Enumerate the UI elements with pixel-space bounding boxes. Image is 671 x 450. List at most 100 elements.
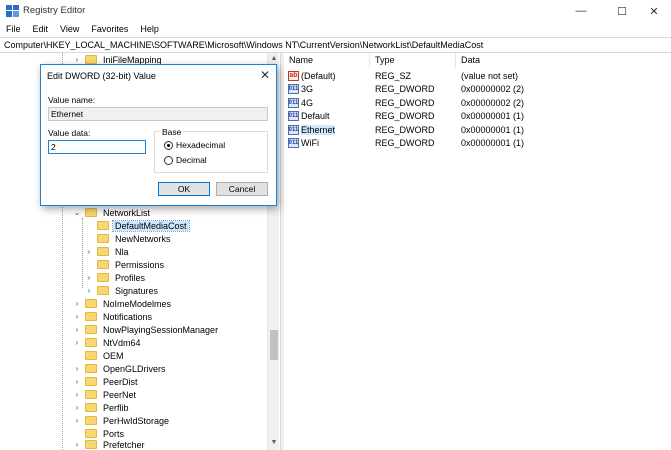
dialog-close-icon[interactable]: ✕ [260,68,270,82]
tree-item[interactable]: ⌄ NetworkList [72,206,152,219]
value-data-input[interactable]: 2 [48,140,146,154]
dword-value-icon: 011 [288,97,299,108]
menu-edit[interactable]: Edit [33,22,49,37]
tree-item-label: NtVdm64 [103,337,141,348]
tree-item[interactable]: › PeerDist [72,375,140,388]
expand-chevron-icon[interactable]: › [72,299,82,308]
base-label: Base [160,127,184,137]
scrollbar-thumb[interactable] [270,330,278,360]
tree-item-label: DefaultMediaCost [112,219,190,232]
scroll-down-arrow-icon[interactable]: ▼ [268,437,280,449]
list-item[interactable]: 011 4G REG_DWORD 0x00000002 (2) [284,96,671,110]
window-title: Registry Editor [23,5,86,16]
base-groupbox [154,131,268,173]
tree-item[interactable]: › NowPlayingSessionManager [72,323,220,336]
registry-editor-icon [6,5,19,17]
expand-chevron-icon[interactable]: › [72,338,82,347]
tree-item[interactable]: › NoImeModelmes [72,297,173,310]
menu-file[interactable]: File [6,22,21,37]
expand-chevron-icon[interactable]: › [72,390,82,399]
column-header-data[interactable]: Data [456,53,671,68]
column-header-name[interactable]: Name [284,53,370,68]
tree-item-label: Permissions [115,259,165,270]
menu-favorites[interactable]: Favorites [91,22,128,37]
tree-item-selected[interactable]: DefaultMediaCost [84,219,190,232]
folder-icon [85,338,97,347]
values-list[interactable]: Name Type Data ab (Default) REG_SZ (valu… [284,53,671,450]
tree-item-label: Nla [115,246,129,257]
maximize-button[interactable]: ☐ [604,0,640,22]
value-data: 0x00000001 (1) [461,124,525,135]
tree-item-label: NewNetworks [115,233,171,244]
folder-icon [97,260,109,269]
value-type: REG_DWORD [375,84,435,95]
tree-item[interactable]: NewNetworks [84,232,173,245]
expand-chevron-icon[interactable]: › [72,312,82,321]
tree-item[interactable]: › NtVdm64 [72,336,143,349]
expand-chevron-icon[interactable]: › [72,416,82,425]
expand-chevron-icon[interactable]: › [72,364,82,373]
expand-chevron-icon[interactable]: › [72,440,82,449]
tree-item[interactable]: › Signatures [84,284,160,297]
list-item[interactable]: 011 3G REG_DWORD 0x00000002 (2) [284,83,671,97]
expand-chevron-icon[interactable]: › [72,325,82,334]
radio-unchecked-icon[interactable] [164,155,173,165]
list-item[interactable]: 011 Default REG_DWORD 0x00000001 (1) [284,110,671,124]
folder-icon [85,55,97,64]
tree-item[interactable]: › OpenGLDrivers [72,362,168,375]
tree-item-label: NoImeModelmes [103,298,172,309]
ok-button[interactable]: OK [158,182,210,196]
folder-icon [85,364,97,373]
value-name-field: Ethernet [48,107,268,121]
dword-value-icon: 011 [288,138,299,149]
value-data: (value not set) [461,70,519,81]
expand-chevron-icon[interactable]: › [84,247,94,256]
expand-chevron-icon[interactable]: › [72,55,82,64]
expand-chevron-icon[interactable]: › [84,286,94,295]
tree-item[interactable]: › Perflib [72,401,131,414]
address-bar[interactable]: Computer\HKEY_LOCAL_MACHINE\SOFTWARE\Mic… [0,37,671,53]
decimal-label: Decimal [176,155,207,165]
folder-icon [85,377,97,386]
hexadecimal-label: Hexadecimal [176,140,226,150]
minimize-button[interactable]: — [563,0,599,22]
folder-icon [85,325,97,334]
close-button[interactable]: ✕ [636,0,671,22]
tree-item[interactable]: › PerHwIdStorage [72,414,171,427]
list-item[interactable]: 011 WiFi REG_DWORD 0x00000001 (1) [284,137,671,151]
tree-item[interactable]: › Prefetcher [72,438,147,450]
tree-item[interactable]: › Notifications [72,310,154,323]
list-item[interactable]: ab (Default) REG_SZ (value not set) [284,69,671,83]
title-bar: Registry Editor — ☐ ✕ [0,0,671,22]
tree-item-label: NowPlayingSessionManager [103,324,219,335]
folder-icon [97,247,109,256]
expand-chevron-icon[interactable]: › [84,273,94,282]
expand-chevron-icon[interactable]: › [72,403,82,412]
expand-chevron-icon[interactable]: › [72,377,82,386]
cancel-button[interactable]: Cancel [216,182,268,196]
dword-value-icon: 011 [288,84,299,95]
tree-item-label: IniFileMapping [103,54,162,65]
tree-guide-line [82,218,83,288]
tree-item[interactable]: OEM [72,349,126,362]
folder-icon [97,286,109,295]
list-header: Name Type Data [284,53,671,68]
hexadecimal-radio[interactable]: Hexadecimal [164,140,225,150]
tree-item[interactable]: › Nla [84,245,131,258]
tree-item[interactable]: Permissions [84,258,166,271]
tree-item[interactable]: › Profiles [84,271,147,284]
value-name: 3G [301,84,314,95]
collapse-chevron-icon[interactable]: ⌄ [72,208,82,217]
folder-icon [85,390,97,399]
decimal-radio[interactable]: Decimal [164,155,207,165]
value-data: 0x00000002 (2) [461,84,525,95]
list-item-selected[interactable]: 011 Ethernet REG_DWORD 0x00000001 (1) [284,123,671,137]
radio-checked-icon[interactable] [164,140,173,150]
tree-item[interactable]: › PeerNet [72,388,138,401]
column-header-type[interactable]: Type [370,53,456,68]
menu-bar: File Edit View Favorites Help [0,22,671,37]
dialog-title: Edit DWORD (32-bit) Value [47,71,156,81]
tree-item-label: Profiles [115,272,146,283]
menu-help[interactable]: Help [140,22,159,37]
menu-view[interactable]: View [60,22,79,37]
